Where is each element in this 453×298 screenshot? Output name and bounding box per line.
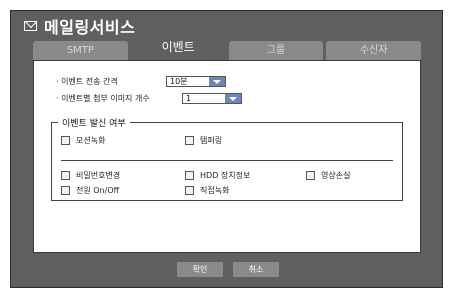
window-title: 메일링서비스	[44, 18, 136, 37]
checkbox-box	[61, 136, 70, 145]
checkbox-box	[185, 186, 194, 195]
checkbox-label: 전원 On/Off	[76, 186, 120, 195]
window-header: 메일링서비스	[24, 14, 135, 38]
attach-count-value: 1	[186, 94, 192, 103]
checkbox-power[interactable]: 전원 On/Off	[61, 185, 119, 196]
checkbox-password-change[interactable]: 비밀번호변경	[61, 170, 120, 181]
checkbox-box	[61, 171, 70, 180]
tab-recipient[interactable]: 수신자	[326, 41, 421, 60]
checkbox-label: 모션녹화	[76, 136, 106, 145]
event-send-group: 이벤트 발신 여부 모션녹화 탬퍼링 비밀번호변경 HDD 장치정보 영상손실 …	[51, 116, 403, 201]
attach-count-row: · 이벤트별 첨부 이미지 개수 1	[56, 93, 242, 104]
checkbox-label: 영상손실	[321, 171, 351, 180]
ok-button[interactable]: 확인	[177, 262, 223, 277]
checkbox-box	[61, 186, 70, 195]
tab-event[interactable]: 이벤트	[130, 39, 226, 60]
group-divider	[61, 160, 393, 161]
interval-select[interactable]: 10분	[166, 76, 226, 87]
checkbox-box	[185, 136, 194, 145]
attach-count-label: · 이벤트별 첨부 이미지 개수	[56, 94, 150, 103]
interval-value: 10분	[170, 77, 188, 86]
interval-label: · 이벤트 전송 간격	[56, 77, 118, 86]
chevron-down-icon	[225, 94, 241, 103]
cancel-button[interactable]: 취소	[233, 262, 279, 277]
checkbox-label: 탬퍼링	[200, 136, 223, 145]
mail-icon	[24, 21, 37, 31]
checkbox-label: 직접녹화	[200, 186, 230, 195]
checkbox-tampering[interactable]: 탬퍼링	[185, 135, 222, 146]
checkbox-motion-record[interactable]: 모션녹화	[61, 135, 105, 146]
checkbox-direct-record[interactable]: 직접녹화	[185, 185, 229, 196]
checkbox-box	[306, 171, 315, 180]
tab-bar: SMTP 이벤트 그룹 수신자	[33, 39, 421, 60]
checkbox-video-loss[interactable]: 영상손실	[306, 170, 350, 181]
interval-row: · 이벤트 전송 간격 10분	[56, 76, 226, 87]
tab-smtp[interactable]: SMTP	[33, 41, 128, 60]
tab-group[interactable]: 그룹	[228, 41, 324, 60]
event-send-legend: 이벤트 발신 여부	[62, 119, 126, 129]
checkbox-label: 비밀번호변경	[76, 171, 121, 180]
checkbox-box	[185, 171, 194, 180]
event-settings-panel: · 이벤트 전송 간격 10분 · 이벤트별 첨부 이미지 개수 1 이벤트 발…	[33, 60, 421, 253]
chevron-down-icon	[209, 77, 225, 86]
attach-count-select[interactable]: 1	[182, 93, 242, 104]
checkbox-label: HDD 장치정보	[200, 171, 251, 180]
checkbox-hdd-info[interactable]: HDD 장치정보	[185, 170, 250, 181]
